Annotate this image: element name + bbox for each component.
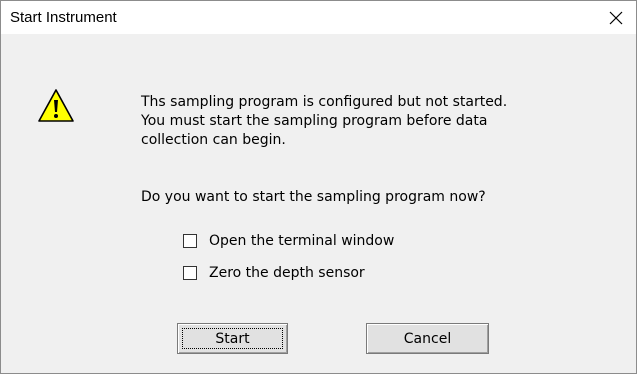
cancel-button-label: Cancel	[403, 330, 452, 347]
title-bar: Start Instrument	[1, 1, 636, 34]
zero-depth-checkbox[interactable]	[183, 266, 197, 280]
zero-depth-label: Zero the depth sensor	[209, 265, 365, 281]
close-button[interactable]	[596, 1, 636, 34]
start-instrument-dialog: Start Instrument Ths sampling program is…	[0, 0, 637, 374]
message-line: Ths sampling program is configured but n…	[141, 94, 508, 110]
message-line: You must start the sampling program befo…	[141, 113, 488, 129]
close-icon	[609, 11, 623, 24]
message-text: Ths sampling program is configured but n…	[141, 93, 571, 150]
warning-icon	[38, 89, 74, 122]
zero-depth-option[interactable]: Zero the depth sensor	[183, 264, 365, 282]
cancel-button[interactable]: Cancel	[366, 323, 489, 354]
open-terminal-option[interactable]: Open the terminal window	[183, 232, 394, 250]
open-terminal-label: Open the terminal window	[209, 233, 395, 249]
start-button[interactable]: Start	[177, 323, 288, 354]
message-line: collection can begin.	[141, 132, 286, 148]
question-text: Do you want to start the sampling progra…	[141, 189, 486, 205]
open-terminal-checkbox[interactable]	[183, 234, 197, 248]
focus-rectangle	[182, 328, 283, 349]
dialog-title: Start Instrument	[10, 9, 117, 26]
